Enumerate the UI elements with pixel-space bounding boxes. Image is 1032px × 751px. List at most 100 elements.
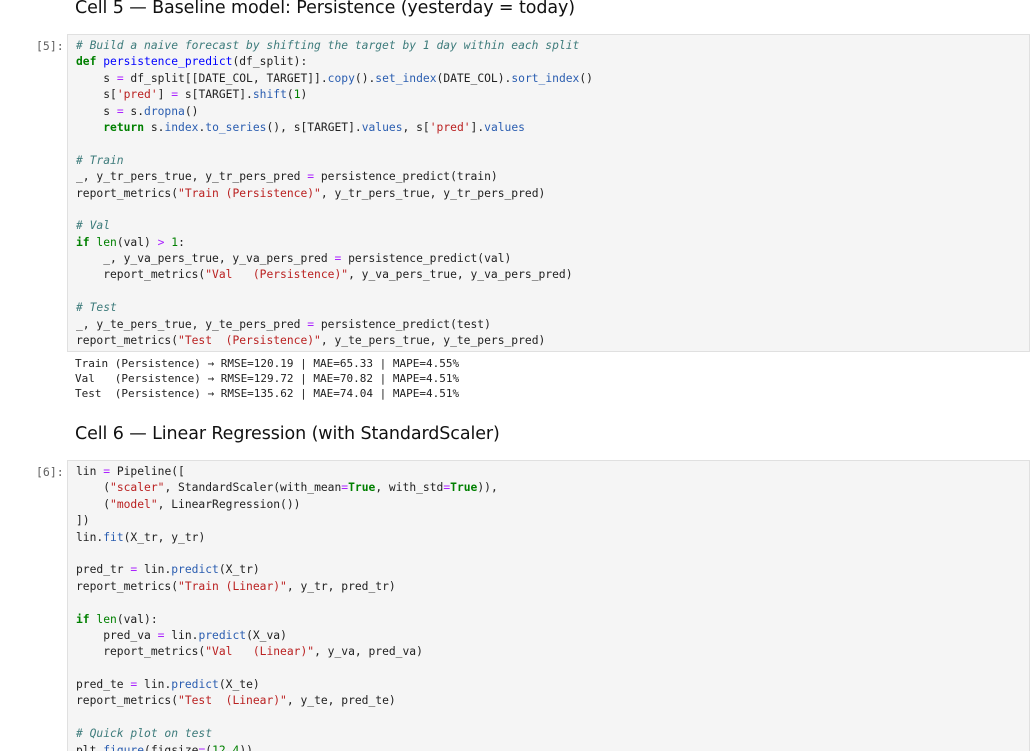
code-line: _, y_tr_pers_true, y_tr_pers_pred = pers… (76, 169, 1029, 185)
code-token: , y_tr_pers_true, y_tr_pers_pred) (320, 186, 546, 200)
code-line: def persistence_predict(df_split): (76, 54, 1029, 70)
code-token: if (76, 235, 90, 249)
code-token: , y_tr, pred_tr) (286, 579, 396, 593)
code-token: (X_tr) (218, 563, 260, 577)
code-token: report_metrics( (76, 334, 179, 348)
cell-6-heading: Cell 6 — Linear Regression (with Standar… (75, 424, 500, 444)
code-token: dropna (144, 104, 185, 118)
cell-5-prompt: [5]: (36, 39, 64, 53)
code-token: predict (198, 628, 247, 642)
code-token: (DATE_COL). (436, 71, 512, 85)
code-token: "Val (Persistence)" (205, 268, 349, 282)
code-token: # Val (76, 219, 111, 233)
code-line: lin = Pipeline([ (76, 464, 1029, 480)
code-token: = (116, 104, 124, 118)
code-token: copy (327, 71, 355, 85)
code-token: # Train (76, 153, 124, 167)
code-token: , (225, 743, 233, 751)
code-token: len (96, 235, 117, 249)
code-token: (df_split): (232, 55, 308, 69)
code-token: "Val (Linear)" (205, 645, 315, 659)
code-token: pred_te (76, 678, 131, 692)
code-token: 12 (212, 743, 226, 751)
code-token: ]. (470, 120, 485, 134)
code-token: report_metrics( (76, 579, 179, 593)
code-line: report_metrics("Val (Linear)", y_va, pre… (76, 644, 1029, 660)
code-token: = (116, 71, 124, 85)
code-token: predict (171, 563, 219, 577)
code-token: report_metrics( (76, 268, 206, 282)
code-token: _, y_tr_pers_true, y_tr_pers_pred (76, 170, 308, 184)
code-token: (X_tr, y_tr) (123, 530, 206, 544)
code-line: report_metrics("Train (Linear)", y_tr, p… (76, 579, 1029, 595)
code-token: pred_tr (76, 563, 131, 577)
code-token: s (76, 104, 117, 118)
code-token: )) (239, 743, 253, 751)
code-token: (figsize (144, 743, 199, 751)
code-line: s = df_split[[DATE_COL, TARGET]].copy().… (76, 71, 1029, 87)
code-token: "Test (Persistence)" (178, 334, 321, 348)
code-line: return s.index.to_series(), s[TARGET].va… (76, 120, 1029, 136)
cell-6-prompt: [6]: (36, 465, 64, 479)
code-token: , with_std (375, 481, 444, 495)
code-token: (). (354, 71, 376, 85)
code-line: report_metrics("Val (Persistence)", y_va… (76, 267, 1029, 283)
code-token: (val) (116, 235, 158, 249)
code-token: shift (252, 88, 287, 102)
code-token: ( (286, 88, 294, 102)
code-token: , LinearRegression()) (157, 497, 301, 511)
code-token: persistence_predict(test) (314, 317, 491, 331)
code-token: persistence_predict(train) (314, 170, 498, 184)
code-token: plt. (76, 743, 104, 751)
code-token: lin (76, 465, 104, 478)
code-token: "Train (Persistence)" (178, 186, 321, 200)
code-token: report_metrics( (76, 694, 179, 708)
code-token: predict (171, 678, 219, 692)
code-line: ]) (76, 513, 1029, 529)
output-line: Test (Persistence) → RMSE=135.62 | MAE=7… (75, 387, 460, 400)
code-token: lin. (76, 530, 104, 544)
code-line: pred_te = lin.predict(X_te) (76, 677, 1029, 693)
code-token: report_metrics( (76, 186, 179, 200)
code-token: s. (123, 104, 145, 118)
code-token: ( (76, 481, 111, 495)
output-line: Train (Persistence) → RMSE=120.19 | MAE=… (75, 357, 460, 370)
code-token: index (164, 120, 199, 134)
cell-5-code-editor[interactable]: # Build a naive forecast by shifting the… (67, 34, 1030, 352)
code-token: : (178, 235, 185, 249)
code-line: pred_va = lin.predict(X_va) (76, 628, 1029, 644)
code-token: set_index (375, 71, 437, 85)
code-token: s[ (76, 88, 117, 102)
code-token: fit (103, 530, 124, 544)
code-token: df_split[[DATE_COL, TARGET]]. (123, 71, 328, 85)
code-line: s = s.dropna() (76, 104, 1029, 120)
code-token: (val): (116, 612, 158, 626)
code-token: 'pred' (429, 120, 471, 134)
code-token: # Test (76, 301, 117, 315)
code-token: 1 (293, 88, 301, 102)
code-token: s[TARGET]. (178, 88, 253, 102)
code-token: pred_va (76, 628, 158, 642)
code-token: (X_te) (218, 678, 260, 692)
code-line: report_metrics("Train (Persistence)", y_… (76, 186, 1029, 202)
code-line: ("scaler", StandardScaler(with_mean=True… (76, 480, 1029, 496)
code-line: plt.figure(figsize=(12,4)) (76, 743, 1029, 751)
code-token: persistence_predict(val) (341, 252, 512, 266)
code-line: if len(val): (76, 612, 1029, 628)
code-token: # Build a naive forecast by shifting the… (76, 39, 580, 52)
code-token: , y_te, pred_te) (286, 694, 396, 708)
code-token: lin. (137, 678, 172, 692)
code-token: len (96, 612, 117, 626)
code-token: Pipeline([ (110, 465, 185, 478)
code-token: (), s[TARGET]. (266, 120, 362, 134)
code-line: s['pred'] = s[TARGET].shift(1) (76, 87, 1029, 103)
cell-6-code-editor[interactable]: lin = Pipeline([ ("scaler", StandardScal… (67, 460, 1030, 751)
code-token: "model" (110, 497, 158, 511)
code-token: ( (76, 497, 111, 511)
code-token: True (450, 481, 478, 495)
